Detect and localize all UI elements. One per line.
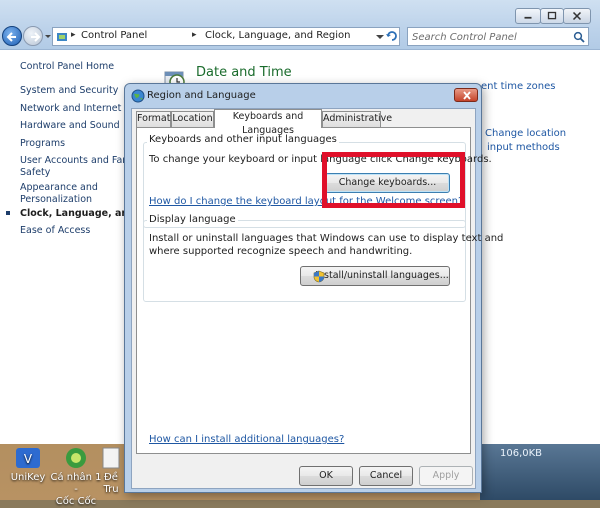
- cancel-label: Cancel: [369, 470, 403, 481]
- nav-hardware-and-sound[interactable]: Hardware and Sound: [20, 120, 120, 132]
- search-icon[interactable]: [573, 31, 585, 43]
- tab-label: Administrative: [323, 113, 393, 124]
- display-language-description-1: Install or uninstall languages that Wind…: [149, 233, 504, 244]
- region-and-language-dialog: Region and Language Formats Location Key…: [124, 83, 503, 493]
- date-and-time-heading[interactable]: Date and Time: [196, 65, 292, 80]
- nav-network-and-internet[interactable]: Network and Internet: [20, 103, 121, 115]
- forward-button[interactable]: [23, 26, 43, 46]
- close-icon: [463, 91, 471, 100]
- tray-text: 106,0KB: [500, 448, 543, 459]
- current-item-bullet: [6, 211, 10, 215]
- search-input[interactable]: [412, 30, 562, 44]
- nav-control-panel-home[interactable]: Control Panel Home: [20, 61, 114, 73]
- install-uninstall-languages-button[interactable]: Install/uninstall languages...: [300, 266, 450, 286]
- tab-label: Keyboards and Languages: [232, 111, 304, 136]
- refresh-icon[interactable]: [385, 29, 399, 43]
- nav-appearance-line2[interactable]: Personalization: [20, 194, 92, 206]
- svg-text:V: V: [24, 452, 33, 466]
- unikey-icon: V: [12, 446, 44, 470]
- apply-button[interactable]: Apply: [419, 466, 473, 486]
- file-icon: [99, 446, 123, 470]
- breadcrumb-clock-language-region[interactable]: Clock, Language, and Region: [205, 30, 350, 41]
- coccoc-icon: [60, 446, 92, 470]
- dialog-close-button[interactable]: [454, 88, 478, 102]
- nav-user-accounts-line2[interactable]: Safety: [20, 167, 50, 179]
- apply-label: Apply: [432, 470, 460, 481]
- nav-appearance[interactable]: Appearance and: [20, 182, 98, 194]
- desktop-icon-label: Cốc Cốc: [55, 496, 97, 507]
- install-additional-languages-link[interactable]: How can I install additional languages?: [149, 434, 344, 445]
- search-box[interactable]: [407, 27, 589, 46]
- nav-system-and-security[interactable]: System and Security: [20, 85, 118, 97]
- address-bar[interactable]: ▸ Control Panel ▸ Clock, Language, and R…: [52, 27, 400, 46]
- display-language-label: Display language: [147, 214, 238, 225]
- tab-administrative[interactable]: Administrative: [322, 111, 392, 127]
- globe-icon: [131, 89, 145, 103]
- tab-keyboards-and-languages[interactable]: Keyboards and Languages: [214, 109, 322, 136]
- time-zones-link[interactable]: ent time zones: [481, 81, 555, 92]
- desktop-icon-label: Tru: [103, 484, 119, 495]
- minimize-button[interactable]: [515, 8, 541, 24]
- close-button[interactable]: [563, 8, 591, 24]
- taskbar-tray: 106,0KB: [480, 440, 600, 500]
- arrow-right-icon: [31, 32, 41, 42]
- tab-location[interactable]: Location: [171, 111, 214, 127]
- breadcrumb-separator-icon: ▸: [192, 30, 197, 40]
- maximize-button[interactable]: [540, 8, 564, 24]
- tab-label: Formats: [137, 113, 176, 124]
- dialog-title: Region and Language: [147, 90, 256, 101]
- cancel-button[interactable]: Cancel: [359, 466, 413, 486]
- display-language-description-2: where supported recognize speech and han…: [149, 246, 413, 257]
- control-panel-icon: [57, 33, 67, 41]
- arrow-left-icon: [6, 32, 16, 42]
- tab-formats[interactable]: Formats: [136, 111, 175, 127]
- breadcrumb-separator-icon: ▸: [71, 30, 76, 40]
- minimize-icon: [524, 16, 532, 19]
- highlight-annotation-box: [322, 152, 465, 208]
- back-button[interactable]: [2, 26, 22, 46]
- ok-label: OK: [319, 470, 333, 481]
- desktop-icon-label: UniKey: [10, 472, 46, 483]
- nav-programs[interactable]: Programs: [20, 138, 65, 150]
- recent-pages-dropdown[interactable]: [44, 30, 52, 42]
- breadcrumb-control-panel[interactable]: Control Panel: [81, 30, 147, 41]
- change-location-link[interactable]: Change location: [485, 128, 566, 139]
- uac-shield-icon: [313, 270, 325, 283]
- window-frame-top: ▸ Control Panel ▸ Clock, Language, and R…: [0, 0, 600, 50]
- desktop-icon-label: Đề: [104, 472, 118, 483]
- restore-icon: [547, 11, 557, 20]
- ok-button[interactable]: OK: [299, 466, 353, 486]
- nav-ease-of-access[interactable]: Ease of Access: [20, 225, 90, 237]
- input-methods-link[interactable]: input methods: [487, 142, 560, 153]
- close-icon: [572, 11, 582, 21]
- address-dropdown-icon[interactable]: [375, 33, 385, 41]
- desktop-icon-partial[interactable]: Đề Tru: [96, 446, 126, 496]
- tab-label: Location: [172, 113, 213, 124]
